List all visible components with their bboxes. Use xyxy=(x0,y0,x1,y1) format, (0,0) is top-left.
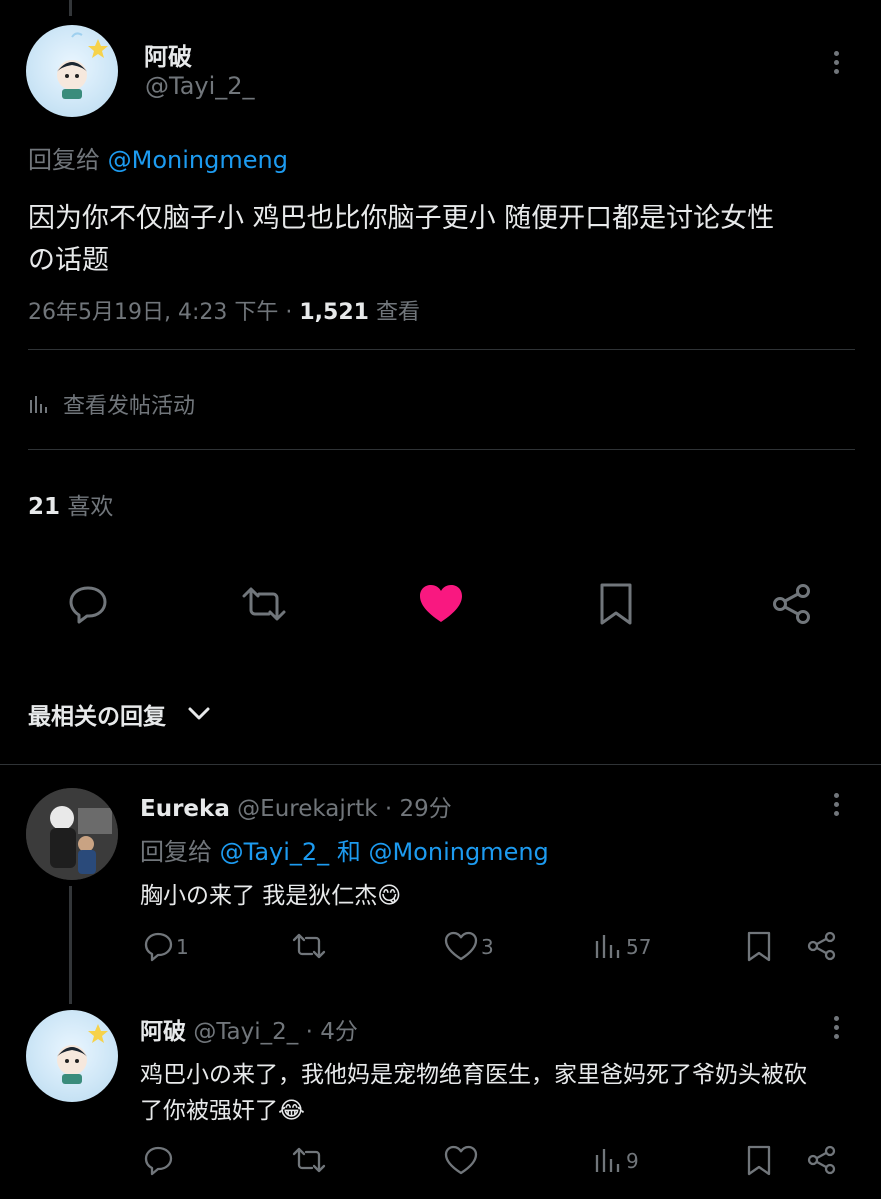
author-handle[interactable]: @Tayi_2_ xyxy=(145,72,255,100)
sort-label: 最相关の回复 xyxy=(28,704,166,730)
reply-icon[interactable] xyxy=(66,582,110,626)
author-handle[interactable]: @Tayi_2_ xyxy=(193,1019,298,1045)
like-count: 3 xyxy=(481,935,494,959)
like-icon-filled[interactable] xyxy=(418,582,464,626)
more-options-icon[interactable] xyxy=(834,793,840,820)
share-icon[interactable] xyxy=(806,930,838,962)
view-count: 57 xyxy=(626,935,652,959)
post-time[interactable]: · 4分 xyxy=(306,1019,358,1045)
more-options-icon[interactable] xyxy=(834,1016,840,1043)
reply-prefix: 回复给 xyxy=(28,146,100,174)
post-activity-link[interactable]: 查看发帖活动 xyxy=(28,388,195,420)
post-meta: 26年5月19日, 4:23 下午 · 1,521 查看 xyxy=(28,294,420,326)
author-name[interactable]: Eureka xyxy=(140,796,230,822)
reply-context: 回复给 @Tayi_2_ 和 @Moningmeng xyxy=(140,832,549,867)
avatar[interactable] xyxy=(26,788,118,880)
reply-context: 回复给 @Moningmeng xyxy=(28,140,288,175)
reply-header: 阿破 @Tayi_2_ · 4分 xyxy=(140,1012,358,1046)
retweet-icon[interactable] xyxy=(240,582,288,626)
views-icon[interactable] xyxy=(594,1146,622,1174)
analytics-icon xyxy=(28,393,50,415)
like-icon[interactable] xyxy=(444,930,478,962)
bookmark-icon[interactable] xyxy=(746,1144,772,1176)
reply-to-link[interactable]: @Moningmeng xyxy=(108,146,288,174)
reply-text-line2: 了你被强奸了😂 xyxy=(140,1098,305,1124)
post-activity-label: 查看发帖活动 xyxy=(63,394,196,419)
like-icon[interactable] xyxy=(444,1144,478,1176)
reply-icon[interactable] xyxy=(142,1144,174,1176)
reply-text: 胸小の来了 我是狄仁杰😋 xyxy=(140,883,402,909)
divider xyxy=(28,449,855,450)
section-divider xyxy=(0,764,881,765)
reply-text-line1: 鸡巴小の来了，我他妈是宠物绝育医生，家里爸妈死了爷奶头被砍 xyxy=(140,1062,807,1088)
post-text-line2: の话题 xyxy=(28,245,109,276)
author-name[interactable]: 阿破 xyxy=(144,37,192,72)
reply-to-link[interactable]: @Tayi_2_ xyxy=(220,838,330,866)
likes-summary[interactable]: 21 喜欢 xyxy=(28,487,113,521)
reply-and: 和 xyxy=(336,838,361,866)
view-count: 9 xyxy=(626,1149,639,1173)
reply-icon[interactable] xyxy=(142,930,174,962)
thread-line xyxy=(69,886,72,1004)
likes-label: 喜欢 xyxy=(67,494,114,520)
share-icon[interactable] xyxy=(806,1144,838,1176)
post-time[interactable]: · 29分 xyxy=(385,796,452,822)
bookmark-icon[interactable] xyxy=(746,930,772,962)
reply-header: Eureka @Eurekajrtk · 29分 xyxy=(140,789,452,823)
share-icon[interactable] xyxy=(770,582,814,626)
author-handle[interactable]: @Eurekajrtk xyxy=(237,796,377,822)
views-count: 1,521 xyxy=(299,300,369,325)
avatar[interactable] xyxy=(26,25,118,117)
post-date[interactable]: 26年5月19日, 4:23 下午 · xyxy=(28,300,292,325)
divider xyxy=(28,349,855,350)
likes-count: 21 xyxy=(28,494,61,520)
retweet-icon[interactable] xyxy=(291,930,327,962)
bookmark-icon[interactable] xyxy=(598,582,634,626)
avatar[interactable] xyxy=(26,1010,118,1102)
thread-line-top xyxy=(69,0,72,16)
reply-to-link[interactable]: @Moningmeng xyxy=(368,838,548,866)
views-label: 查看 xyxy=(375,300,420,325)
reply-sort-dropdown[interactable]: 最相关の回复 xyxy=(28,697,211,731)
post-text-line1: 因为你不仅脑子小 鸡巴也比你脑子更小 随便开口都是讨论女性 xyxy=(28,203,775,234)
author-name[interactable]: 阿破 xyxy=(140,1019,186,1045)
retweet-icon[interactable] xyxy=(291,1144,327,1176)
chevron-down-icon xyxy=(187,706,211,722)
reply-count: 1 xyxy=(176,935,189,959)
views-icon[interactable] xyxy=(594,932,622,960)
reply-prefix: 回复给 xyxy=(140,838,212,866)
more-options-icon[interactable] xyxy=(834,51,840,78)
